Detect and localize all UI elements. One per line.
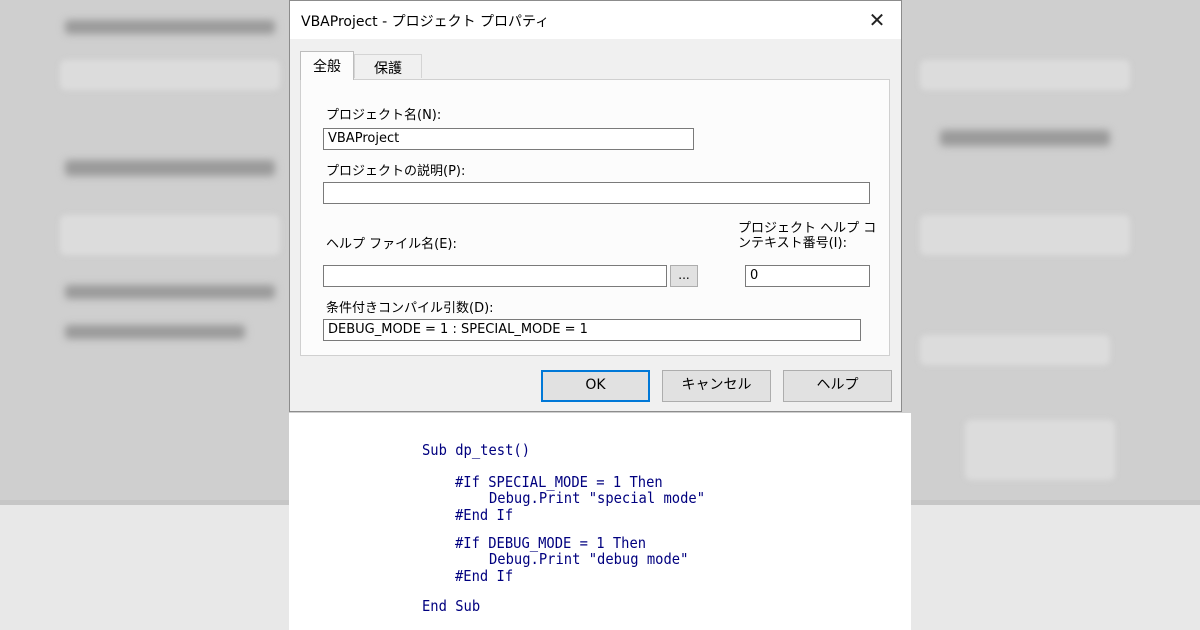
background-text: [65, 160, 275, 176]
background-button: [965, 420, 1115, 480]
tab-protection[interactable]: 保護: [354, 54, 422, 78]
help-context-id-input[interactable]: 0: [745, 265, 870, 287]
help-file-label: ヘルプ ファイル名(E):: [326, 237, 457, 252]
background-text: [940, 130, 1110, 146]
conditional-compile-label: 条件付きコンパイル引数(D):: [326, 301, 494, 316]
background-text: [65, 325, 245, 339]
browse-button[interactable]: ...: [670, 265, 698, 287]
tab-general[interactable]: 全般: [300, 51, 354, 80]
background-field: [920, 335, 1110, 365]
project-name-input[interactable]: VBAProject: [323, 128, 694, 150]
background-text: [65, 20, 275, 34]
close-icon[interactable]: ✕: [863, 7, 891, 33]
code-line: Debug.Print "debug mode": [489, 550, 689, 568]
code-line: #If DEBUG_MODE = 1 Then: [455, 534, 647, 552]
code-line: End Sub: [422, 597, 481, 615]
code-line: #End If: [455, 567, 514, 585]
code-line: Debug.Print "special mode": [489, 489, 706, 507]
project-properties-dialog: VBAProject - プロジェクト プロパティ ✕ 全般 保護 プロジェクト…: [289, 0, 902, 412]
code-listing: Sub dp_test() #If SPECIAL_MODE = 1 Then …: [289, 413, 911, 630]
background-field: [60, 215, 280, 255]
dialog-title: VBAProject - プロジェクト プロパティ: [301, 14, 550, 30]
cancel-button[interactable]: キャンセル: [662, 370, 771, 402]
help-button[interactable]: ヘルプ: [783, 370, 892, 402]
background-field: [920, 60, 1130, 90]
title-bar: VBAProject - プロジェクト プロパティ ✕: [290, 1, 901, 39]
help-file-input[interactable]: [323, 265, 667, 287]
help-context-label-line2: ンテキスト番号(I):: [738, 236, 847, 251]
code-line: #If SPECIAL_MODE = 1 Then: [455, 473, 663, 491]
code-line: Sub dp_test(): [422, 441, 531, 459]
conditional-compile-input[interactable]: DEBUG_MODE = 1 : SPECIAL_MODE = 1: [323, 319, 861, 341]
code-line: #End If: [455, 506, 514, 524]
project-name-label: プロジェクト名(N):: [326, 108, 442, 123]
background-text: [65, 285, 275, 299]
project-description-input[interactable]: [323, 182, 870, 204]
project-description-label: プロジェクトの説明(P):: [326, 164, 466, 179]
background-field: [60, 60, 280, 90]
background-field: [920, 215, 1130, 255]
ok-button[interactable]: OK: [541, 370, 650, 402]
